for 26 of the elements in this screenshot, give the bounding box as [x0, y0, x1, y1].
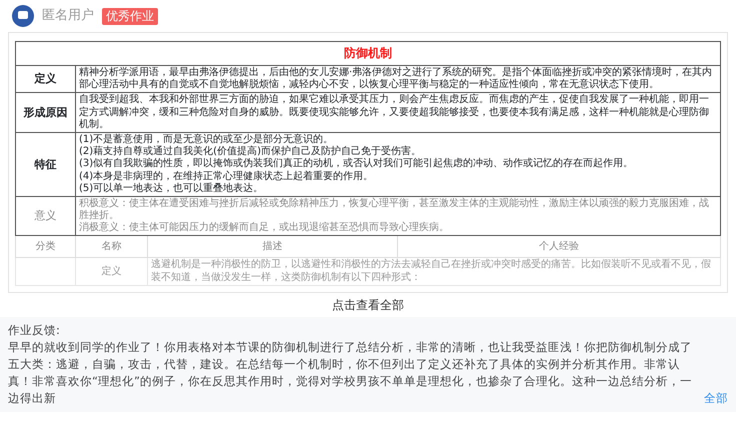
row-label: 特征 [16, 132, 76, 196]
column-header: 名称 [76, 236, 148, 258]
text-line: (1)不是蓄意使用，而是无意识的或至少是部分无意识的。 [79, 134, 334, 146]
table-title: 防御机制 [16, 42, 720, 66]
column-header: 个人经验 [398, 236, 720, 258]
avatar-icon [12, 5, 34, 27]
user-name: 匿名用户 [42, 7, 94, 26]
text-line: (3)似有自我欺骗的性质，即以掩饰或伪装我们真正的动机，或否认对我们可能引起焦虑的冲动、动作或记忆的存在而起作用。 [79, 158, 634, 170]
table-cell: 逃避机制是一种消极性的防卫，以逃避性和消极性的方法去减轻自己在挫折或冲突时感受的痛苦。比如假装听不见或看不见，假装不知道，当做没发生一样，这类防御机制有以下四种形式： [148, 258, 720, 286]
text-line: (2)藉支持自尊或通过自我美化(价值提高)而保护自己及防护自己免于受伤害。 [79, 146, 422, 158]
feedback-heading: 作业反馈: [8, 322, 61, 339]
column-header: 描述 [148, 236, 398, 258]
text-line: 消极意义：使主体可能因压力的缓解而自足，或出现退缩甚至恐惧而导致心理疾病。 [79, 222, 450, 234]
table-cell: 定义 [76, 258, 148, 286]
text-line: 自我受到超我、本我和外部世界三方面的胁迫，如果它难以承受其压力，则会产生焦虑反应。而焦虑的产生，促使自我发展了一种机能，即用一定方式调解冲突，缓和三种危险对自身的威胁。既要使现实能够允许，又要使超我能够接受，也要使本我有满足感，这样一种机能就是心理防御机制。 [79, 94, 710, 131]
feedback-text: 早早的就收到同学的作业了！你用表格对本节课的防御机制进行了总结分析，非常的清晰，也让我受益匪浅！你把防御机制分成了五大类：逃避，自骗，攻击，代替，建设。在总结每一个机制时，你不但列出了定义还补充了具体的实例并分析其作用。非常认真！非常喜欢你“理想化”的例子，你在反思其作用时，觉得对学校男孩不单单是理想化，也掺杂了合理化。这种一边总结分析，一边得出新 [8, 338, 693, 407]
view-all-link[interactable]: 点击查看全部 [0, 296, 736, 314]
row-label: 定义 [16, 66, 76, 93]
text-line: 积极意义：使主体在遭受困难与挫折后减轻或免除精神压力，恢复心理平衡，甚至激发主体的主观能动性，激励主体以顽强的毅力克服困难，战胜挫折。 [79, 198, 710, 222]
row-label: 形成原因 [16, 92, 76, 132]
row-label: 意义 [16, 196, 76, 236]
excellent-badge: 优秀作业 [102, 8, 158, 24]
text-line: 精神分析学派用语，最早由弗洛伊德提出，后由他的女儿安娜·弗洛伊德对之进行了系统的研究。是指个体面临挫折或冲突的紧张情境时，在其内部心理活动中具有的自觉或不自觉地解脱烦恼，减轻内心不安，以恢复心理平衡与稳定的一种适应性倾向，常在无意识状态下使用。 [79, 67, 714, 92]
table-cell: 分类 [16, 236, 76, 258]
text-line: (4)本身是非病理的，在维持正常心理健康状态上起着重要的作用。 [79, 170, 374, 182]
text-line: (5)可以单一地表达，也可以重叠地表达。 [79, 182, 264, 195]
